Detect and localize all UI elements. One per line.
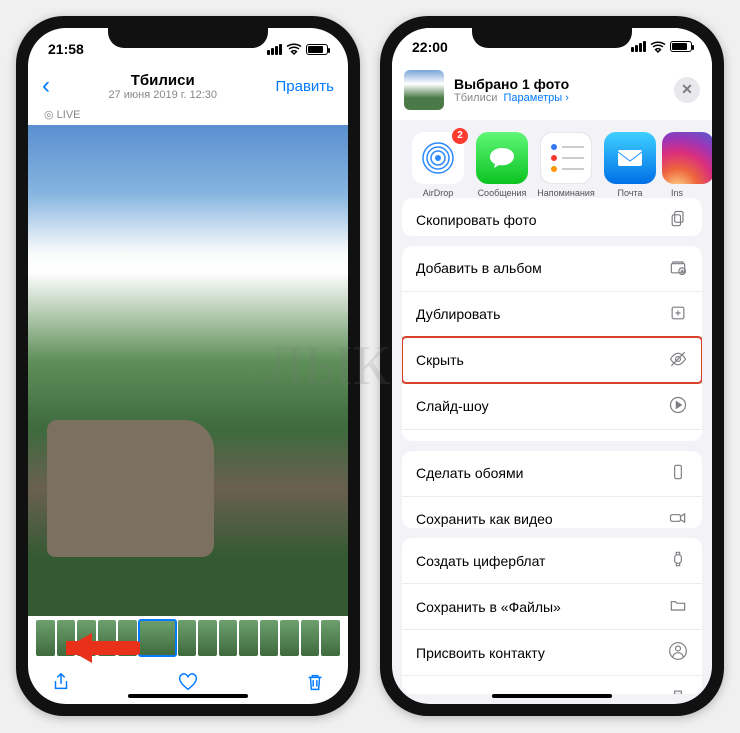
- annotation-arrow: [66, 631, 140, 670]
- action-save-video[interactable]: Сохранить как видео: [402, 496, 702, 528]
- sheet-location: Тбилиси: [454, 92, 497, 104]
- action-hide[interactable]: Скрыть: [402, 337, 702, 383]
- hide-icon: [668, 349, 688, 372]
- battery-icon: [306, 44, 328, 55]
- watch-icon: [668, 549, 688, 572]
- home-indicator[interactable]: [128, 694, 248, 698]
- navigation-bar: ‹ Тбилиси 27 июня 2019 г. 12:30 Править: [28, 64, 348, 108]
- folder-icon: [668, 595, 688, 618]
- action-watchface[interactable]: Создать циферблат: [402, 538, 702, 583]
- app-mail[interactable]: Почта: [598, 132, 662, 188]
- sheet-title: Выбрано 1 фото: [454, 76, 664, 92]
- photo-preview[interactable]: [28, 125, 348, 616]
- duplicate-icon: [668, 303, 688, 326]
- action-assign-contact[interactable]: Присвоить контакту: [402, 629, 702, 675]
- page-subtitle: 27 июня 2019 г. 12:30: [108, 89, 217, 101]
- home-indicator[interactable]: [492, 694, 612, 698]
- action-save-files[interactable]: Сохранить в «Файлы»: [402, 583, 702, 629]
- action-add-album[interactable]: Добавить в альбом: [402, 246, 702, 291]
- app-row[interactable]: 2 AirDrop Сообщения Напоминания Почта: [392, 128, 712, 198]
- clock: 22:00: [412, 39, 472, 55]
- album-icon: [668, 257, 688, 280]
- action-airplay[interactable]: AirPlay: [402, 429, 702, 441]
- clock: 21:58: [48, 41, 108, 57]
- copy-icon: [668, 209, 688, 232]
- favorite-button[interactable]: [177, 671, 199, 693]
- wifi-icon: [286, 43, 302, 55]
- action-duplicate[interactable]: Дублировать: [402, 291, 702, 337]
- app-messages[interactable]: Сообщения: [470, 132, 534, 188]
- signal-icon: [631, 41, 646, 52]
- close-button[interactable]: ✕: [674, 77, 700, 103]
- status-bar: 21:58: [28, 28, 348, 64]
- wifi-icon: [650, 41, 666, 53]
- thumbnail: [404, 70, 444, 110]
- phone-icon: [668, 462, 688, 485]
- signal-icon: [267, 44, 282, 55]
- page-title: Тбилиси: [108, 72, 217, 89]
- airdrop-badge: 2: [452, 128, 468, 144]
- delete-button[interactable]: [304, 671, 326, 693]
- app-airdrop[interactable]: 2 AirDrop: [406, 132, 470, 188]
- share-sheet-header: Выбрано 1 фото Тбилиси Параметры › ✕: [392, 60, 712, 120]
- action-wallpaper[interactable]: Сделать обоями: [402, 451, 702, 496]
- edit-button[interactable]: Править: [275, 78, 334, 95]
- live-badge: ◎ LIVE: [28, 108, 348, 125]
- play-icon: [668, 395, 688, 418]
- back-button[interactable]: ‹: [42, 72, 50, 100]
- action-copy[interactable]: Скопировать фото: [402, 198, 702, 236]
- app-reminders[interactable]: Напоминания: [534, 132, 598, 188]
- battery-icon: [670, 41, 692, 52]
- options-link[interactable]: Параметры ›: [504, 92, 569, 104]
- contact-icon: [668, 641, 688, 664]
- share-button[interactable]: [50, 671, 72, 693]
- status-bar: 22:00: [392, 28, 712, 60]
- action-print[interactable]: Напечатать: [402, 675, 702, 694]
- print-icon: [668, 687, 688, 694]
- app-instagram[interactable]: Ins: [662, 132, 692, 188]
- action-slideshow[interactable]: Слайд-шоу: [402, 383, 702, 429]
- video-icon: [668, 508, 688, 528]
